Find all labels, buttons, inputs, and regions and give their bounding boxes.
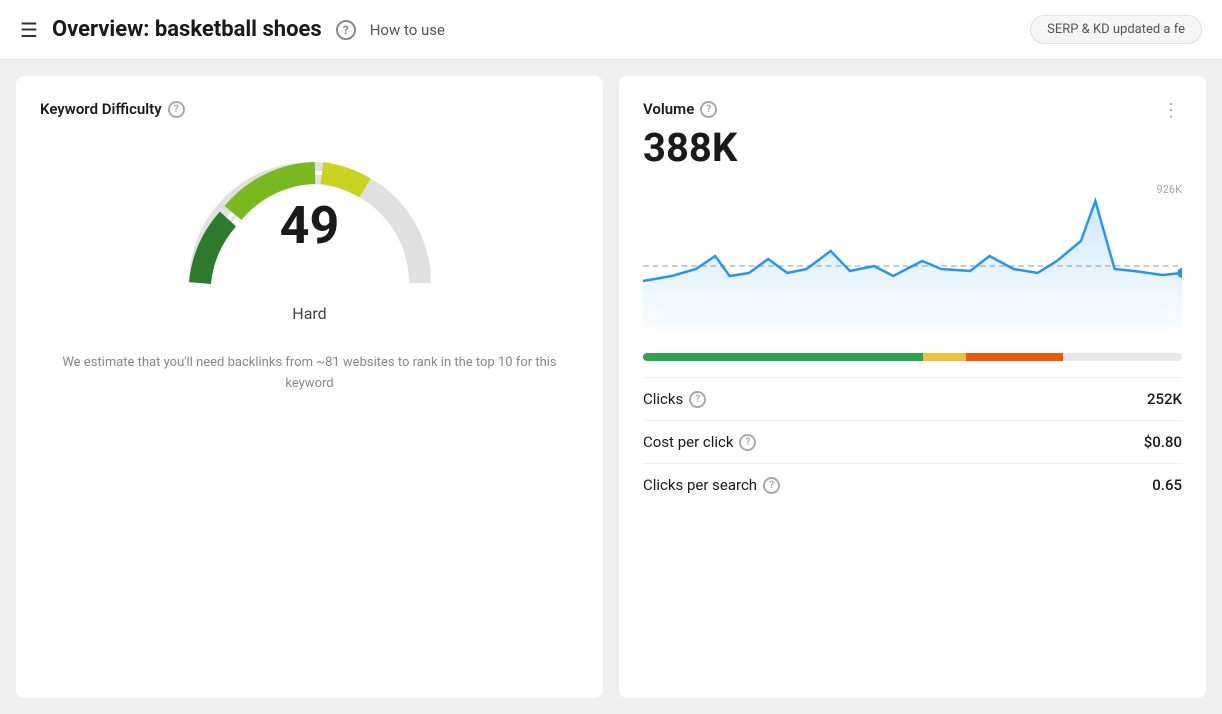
kd-card-title: Keyword Difficulty ? <box>40 100 579 118</box>
kd-description: We estimate that you'll need backlinks f… <box>40 353 579 395</box>
gauge-container: 49 Hard <box>40 138 579 323</box>
how-to-use-link[interactable]: How to use <box>370 21 445 39</box>
title-help-icon[interactable]: ? <box>336 20 356 40</box>
kd-score: 49 <box>280 200 340 252</box>
header: ☰ Overview: basketball shoes ? How to us… <box>0 0 1222 60</box>
main-content: Keyword Difficulty ? <box>0 60 1222 714</box>
kd-help-icon[interactable]: ? <box>168 101 185 118</box>
hamburger-icon[interactable]: ☰ <box>20 18 38 42</box>
keyword-difficulty-card: Keyword Difficulty ? <box>16 76 603 698</box>
clicks-label: Clicks ? <box>643 390 706 408</box>
cpc-value: $0.80 <box>1144 433 1182 451</box>
volume-card: Volume ? 388K ⋮ 926K <box>619 76 1206 698</box>
header-notice: SERP & KD updated a fe <box>1030 15 1202 44</box>
gauge-svg: 49 <box>170 138 450 298</box>
volume-chart: 926K <box>643 181 1182 341</box>
page-title: Overview: basketball shoes <box>52 17 322 42</box>
bar-green-segment <box>643 353 923 361</box>
cpc-help-icon[interactable]: ? <box>739 434 756 451</box>
kd-level: Hard <box>292 304 326 323</box>
cps-row: Clicks per search ? 0.65 <box>643 463 1182 506</box>
volume-value: 388K <box>643 124 737 171</box>
volume-menu-icon[interactable]: ⋮ <box>1162 100 1182 121</box>
volume-title-section: Volume ? 388K <box>643 100 737 181</box>
cps-value: 0.65 <box>1152 476 1182 494</box>
cps-label: Clicks per search ? <box>643 476 780 494</box>
bar-yellow-segment <box>923 353 966 361</box>
volume-header: Volume ? 388K ⋮ <box>643 100 1182 181</box>
chart-max-label: 926K <box>1157 183 1182 196</box>
cpc-row: Cost per click ? $0.80 <box>643 420 1182 463</box>
cpc-label: Cost per click ? <box>643 433 756 451</box>
volume-title: Volume <box>643 100 694 118</box>
bar-orange-segment <box>966 353 1063 361</box>
cps-help-icon[interactable]: ? <box>763 477 780 494</box>
clicks-help-icon[interactable]: ? <box>689 391 706 408</box>
clicks-row: Clicks ? 252K <box>643 377 1182 420</box>
clicks-value: 252K <box>1147 390 1182 408</box>
gauge-center: 49 <box>280 200 340 252</box>
clicks-distribution-bar <box>643 353 1182 361</box>
volume-title-row: Volume ? <box>643 100 737 118</box>
volume-help-icon[interactable]: ? <box>700 101 717 118</box>
